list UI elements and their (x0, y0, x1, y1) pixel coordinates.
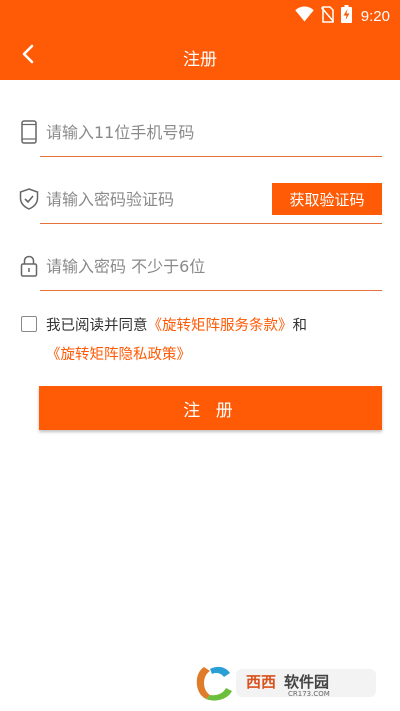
agreement-conjunction: 和 (292, 318, 308, 334)
terms-link[interactable]: 《旋转矩阵服务条款》 (148, 318, 293, 334)
app-bar: 注册 (0, 32, 400, 80)
agree-checkbox[interactable] (21, 316, 37, 332)
agreement-line-1: 我已阅读并同意《旋转矩阵服务条款》和 (46, 314, 307, 335)
privacy-link[interactable]: 《旋转矩阵隐私政策》 (46, 347, 191, 363)
agreement-line-2: 《旋转矩阵隐私政策》 (46, 343, 191, 364)
password-input[interactable] (46, 251, 376, 281)
battery-charging-icon (340, 5, 352, 27)
register-button[interactable]: 注 册 (39, 386, 382, 430)
phone-field (18, 107, 382, 157)
shield-check-icon (18, 186, 40, 212)
password-divider (40, 290, 382, 291)
svg-text:软件园: 软件园 (284, 673, 329, 691)
phone-divider (40, 156, 382, 157)
lock-icon (18, 253, 40, 279)
code-input[interactable] (46, 184, 256, 214)
wifi-icon (295, 6, 314, 26)
no-sim-icon (320, 5, 334, 27)
status-bar: 9:20 (0, 0, 400, 32)
code-divider (40, 223, 382, 224)
svg-text:西西: 西西 (246, 673, 276, 691)
page-title: 注册 (183, 50, 217, 70)
status-icons: 9:20 (295, 5, 390, 27)
password-field (18, 241, 382, 291)
status-time: 9:20 (360, 7, 390, 25)
code-field: 获取验证码 (18, 174, 382, 224)
agreement-prefix: 我已阅读并同意 (46, 318, 148, 334)
phone-input[interactable] (46, 117, 376, 147)
watermark-logo: 西西 软件园 CR173.COM (196, 663, 386, 703)
svg-text:CR173.COM: CR173.COM (288, 690, 330, 698)
get-code-button[interactable]: 获取验证码 (272, 183, 382, 215)
phone-icon (18, 119, 40, 145)
